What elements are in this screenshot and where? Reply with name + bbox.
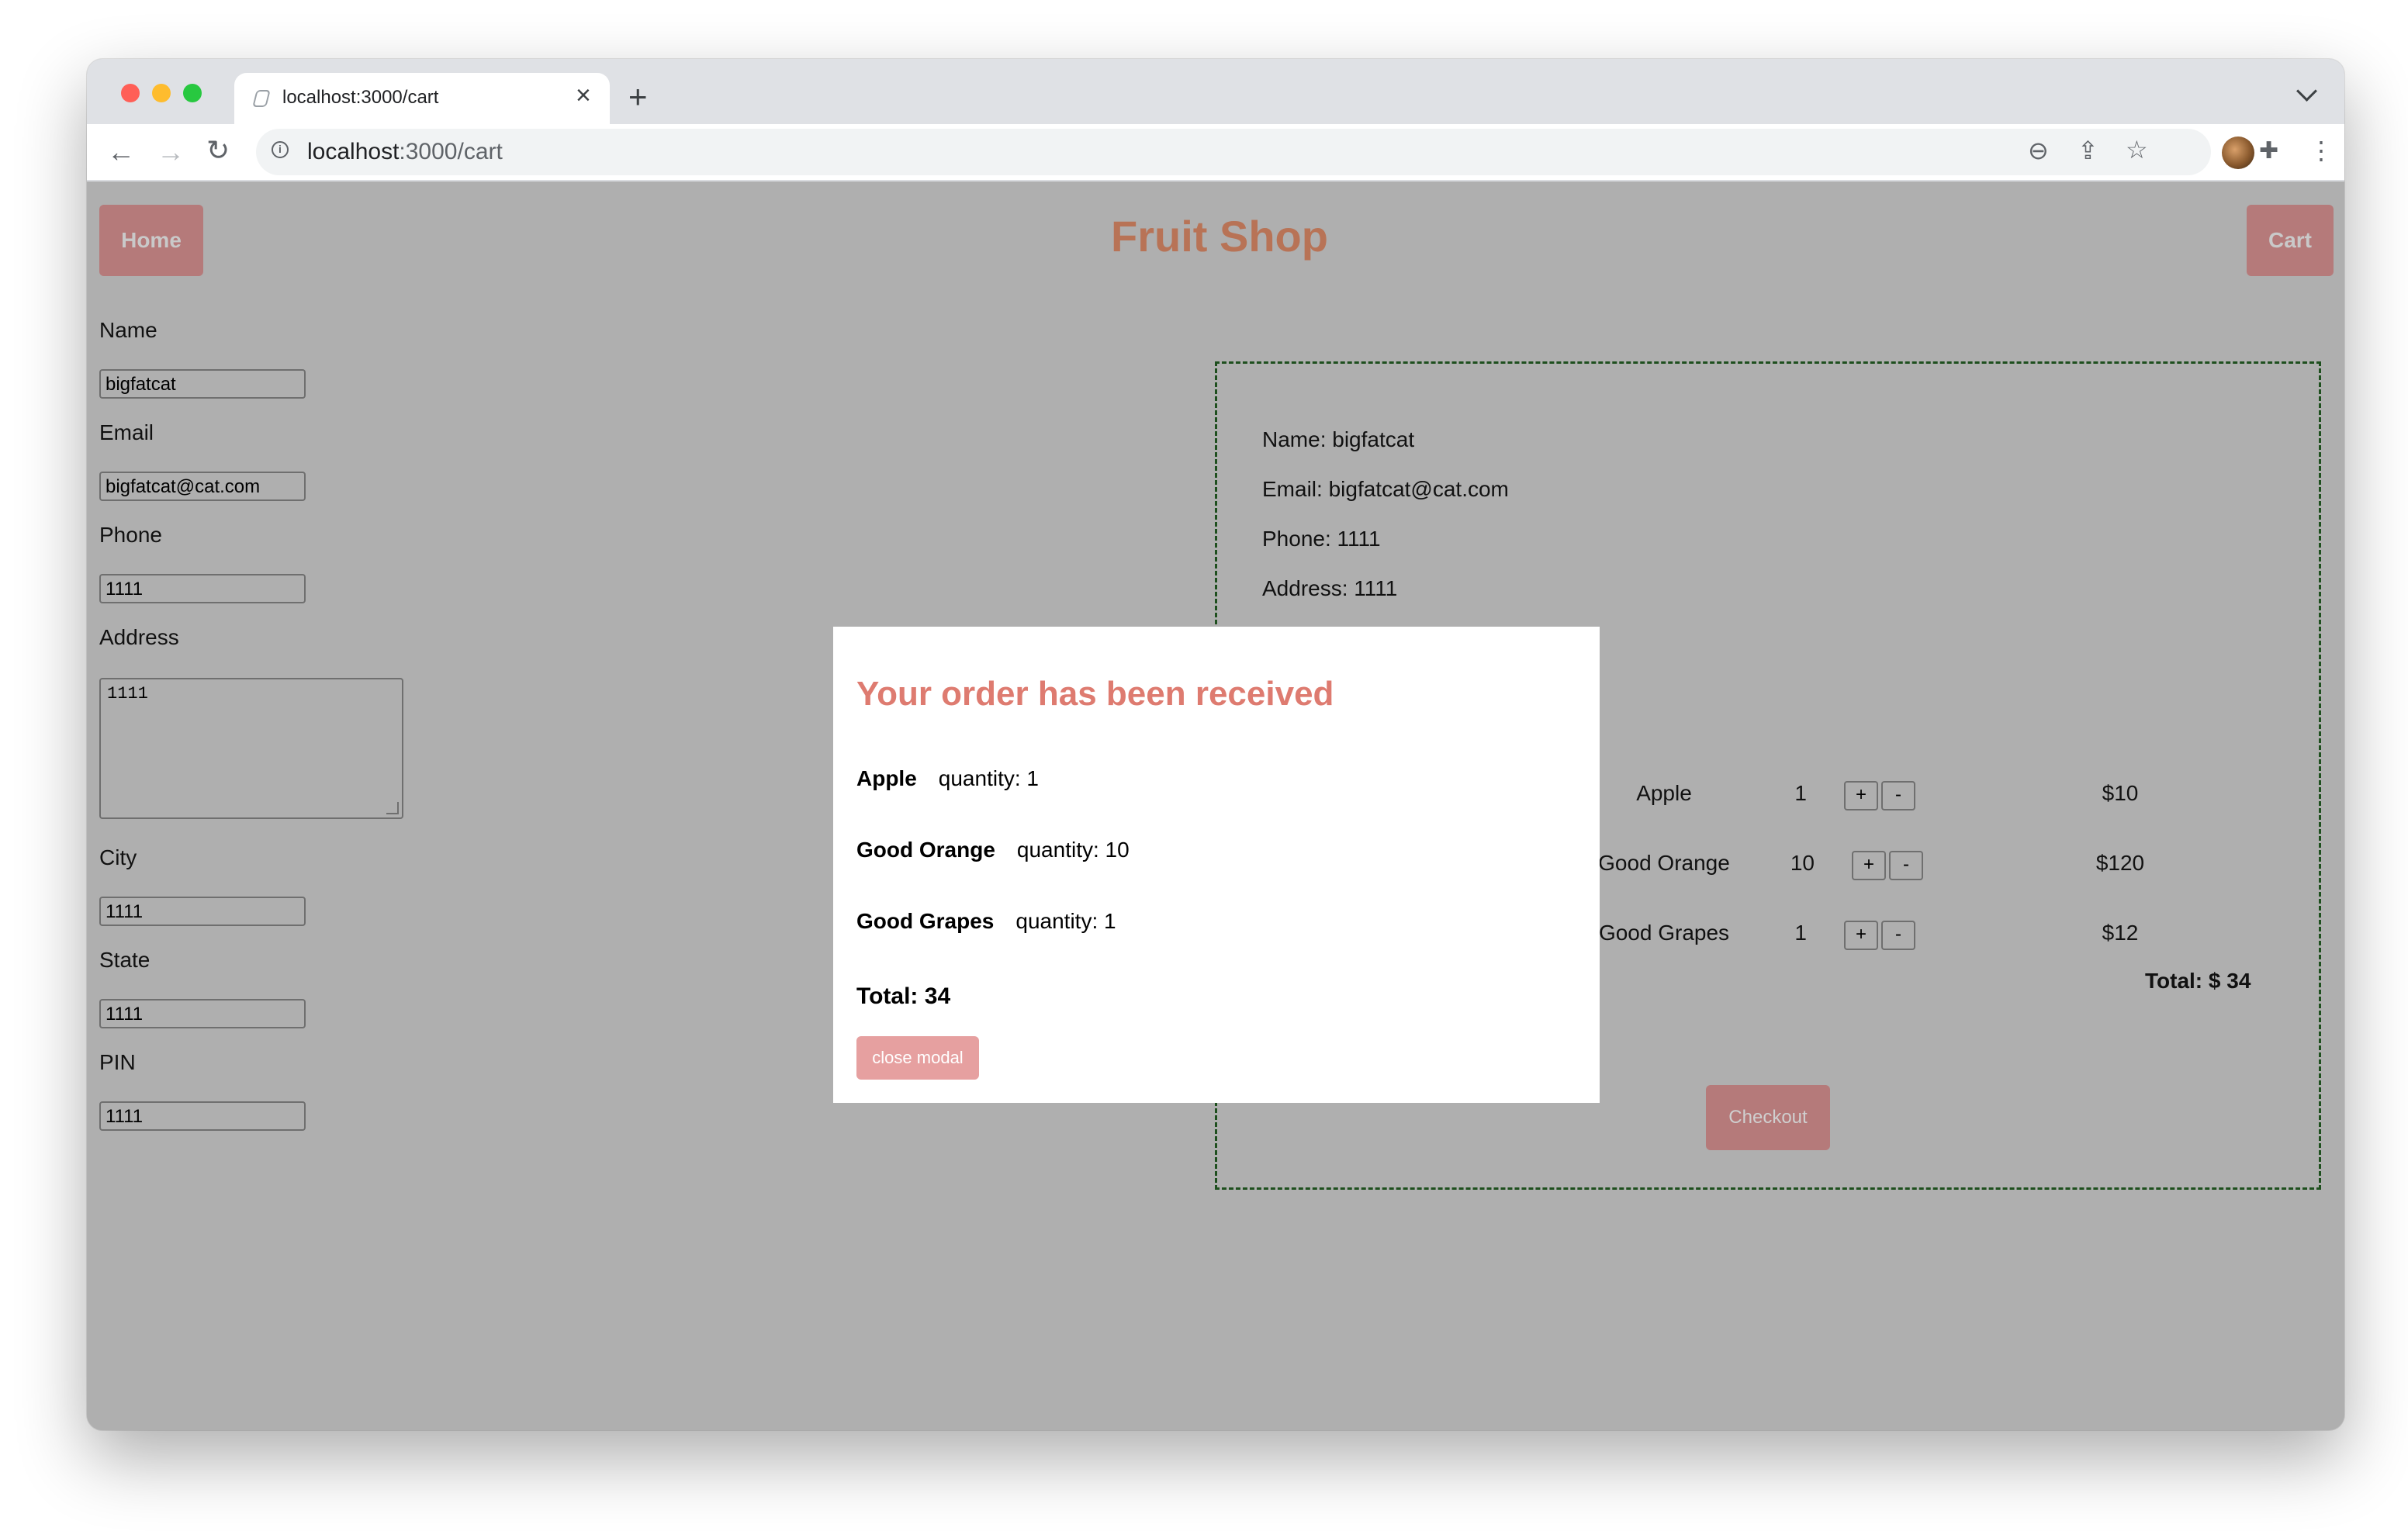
new-tab-icon[interactable]: + bbox=[628, 81, 648, 113]
url-text: localhost:3000/cart bbox=[307, 139, 503, 164]
address-label: Address bbox=[99, 625, 179, 649]
forward-icon[interactable]: → bbox=[157, 138, 185, 166]
cart-item-name: Good Orange bbox=[1598, 851, 1730, 875]
bookmark-star-icon[interactable]: ☆ bbox=[2126, 137, 2148, 162]
state-field[interactable]: 1111 bbox=[99, 999, 306, 1028]
decrease-qty-button[interactable]: - bbox=[1889, 851, 1923, 880]
increase-qty-button[interactable]: + bbox=[1852, 851, 1886, 880]
modal-item-qty: quantity: 10 bbox=[1016, 838, 1130, 862]
cart-item-qty: 10 bbox=[1790, 851, 1815, 875]
cart-item-qty: 1 bbox=[1794, 781, 1807, 805]
cart-button[interactable]: Cart bbox=[2247, 205, 2334, 276]
extensions-icon[interactable]: ✚ bbox=[2259, 140, 2278, 163]
name-field[interactable]: bigfatcat bbox=[99, 369, 306, 399]
browser-tab[interactable]: localhost:3000/cart × bbox=[234, 73, 610, 124]
modal-order-item: Good Grapes quantity: 1 bbox=[856, 909, 1116, 934]
pin-field[interactable]: 1111 bbox=[99, 1101, 306, 1131]
page-title: Fruit Shop bbox=[1111, 212, 1328, 261]
decrease-qty-button[interactable]: - bbox=[1881, 921, 1915, 950]
phone-label: Phone bbox=[99, 523, 162, 547]
close-modal-button[interactable]: close modal bbox=[856, 1036, 979, 1080]
city-field[interactable]: 1111 bbox=[99, 897, 306, 926]
modal-title: Your order has been received bbox=[856, 675, 1334, 713]
maximize-window-button[interactable] bbox=[183, 84, 202, 102]
modal-order-item: Apple quantity: 1 bbox=[856, 766, 1039, 791]
summary-phone: Phone: 1111 bbox=[1262, 527, 1381, 551]
browser-toolbar: ← → ↻ i localhost:3000/cart ⊖ ⇪ ☆ ✚ ⋮ bbox=[87, 124, 2344, 181]
cart-item-qty: 1 bbox=[1794, 921, 1807, 945]
cart-item-price: $120 bbox=[2095, 851, 2145, 875]
tab-list-chevron-icon[interactable] bbox=[2296, 81, 2317, 102]
close-window-button[interactable] bbox=[121, 84, 140, 102]
cart-item-name: Good Grapes bbox=[1598, 921, 1730, 945]
browser-window: localhost:3000/cart × + ← → ↻ i localhos… bbox=[87, 59, 2344, 1430]
address-value: 1111 bbox=[107, 684, 148, 703]
city-label: City bbox=[99, 845, 137, 869]
profile-avatar[interactable] bbox=[2222, 137, 2254, 169]
cart-total: Total: $ 34 bbox=[2145, 969, 2251, 993]
site-info-icon[interactable]: i bbox=[272, 141, 289, 158]
modal-total: Total: 34 bbox=[856, 983, 951, 1009]
email-label: Email bbox=[99, 420, 154, 444]
resize-handle[interactable] bbox=[386, 802, 399, 814]
modal-item-name: Good Grapes bbox=[856, 909, 995, 933]
favicon-icon bbox=[252, 90, 271, 107]
tab-strip: localhost:3000/cart × + bbox=[87, 59, 2344, 124]
page-content: Home Fruit Shop Cart Name bigfatcat Emai… bbox=[87, 181, 2344, 1430]
tab-title: localhost:3000/cart bbox=[282, 87, 439, 108]
share-icon[interactable]: ⇪ bbox=[2078, 138, 2098, 163]
pin-label: PIN bbox=[99, 1050, 136, 1074]
increase-qty-button[interactable]: + bbox=[1844, 781, 1878, 810]
decrease-qty-button[interactable]: - bbox=[1881, 781, 1915, 810]
modal-item-name: Good Orange bbox=[856, 838, 995, 862]
increase-qty-button[interactable]: + bbox=[1844, 921, 1878, 950]
phone-field[interactable]: 1111 bbox=[99, 574, 306, 603]
modal-item-qty: quantity: 1 bbox=[1015, 909, 1116, 933]
address-textarea[interactable]: 1111 bbox=[99, 678, 403, 819]
state-label: State bbox=[99, 948, 150, 972]
summary-address: Address: 1111 bbox=[1262, 576, 1398, 600]
order-received-modal: Your order has been received Apple quanti… bbox=[833, 627, 1600, 1103]
home-button[interactable]: Home bbox=[99, 205, 203, 276]
cart-item-name: Apple bbox=[1636, 781, 1692, 805]
checkout-button[interactable]: Checkout bbox=[1706, 1085, 1830, 1150]
back-icon[interactable]: ← bbox=[107, 138, 135, 166]
zoom-icon[interactable]: ⊖ bbox=[2028, 138, 2049, 163]
summary-email: Email: bigfatcat@cat.com bbox=[1262, 477, 1509, 501]
close-tab-icon[interactable]: × bbox=[576, 82, 591, 109]
modal-order-item: Good Orange quantity: 10 bbox=[856, 838, 1130, 862]
cart-item-price: $12 bbox=[2102, 921, 2139, 945]
summary-name: Name: bigfatcat bbox=[1262, 427, 1415, 451]
cart-item-price: $10 bbox=[2102, 781, 2139, 805]
modal-item-name: Apple bbox=[856, 766, 917, 790]
name-label: Name bbox=[99, 318, 157, 342]
reload-icon[interactable]: ↻ bbox=[206, 137, 230, 164]
modal-item-qty: quantity: 1 bbox=[938, 766, 1039, 790]
more-menu-icon[interactable]: ⋮ bbox=[2309, 138, 2334, 163]
address-bar[interactable]: i localhost:3000/cart ⊖ ⇪ ☆ bbox=[256, 129, 2211, 175]
minimize-window-button[interactable] bbox=[152, 84, 171, 102]
email-field[interactable]: bigfatcat@cat.com bbox=[99, 472, 306, 501]
